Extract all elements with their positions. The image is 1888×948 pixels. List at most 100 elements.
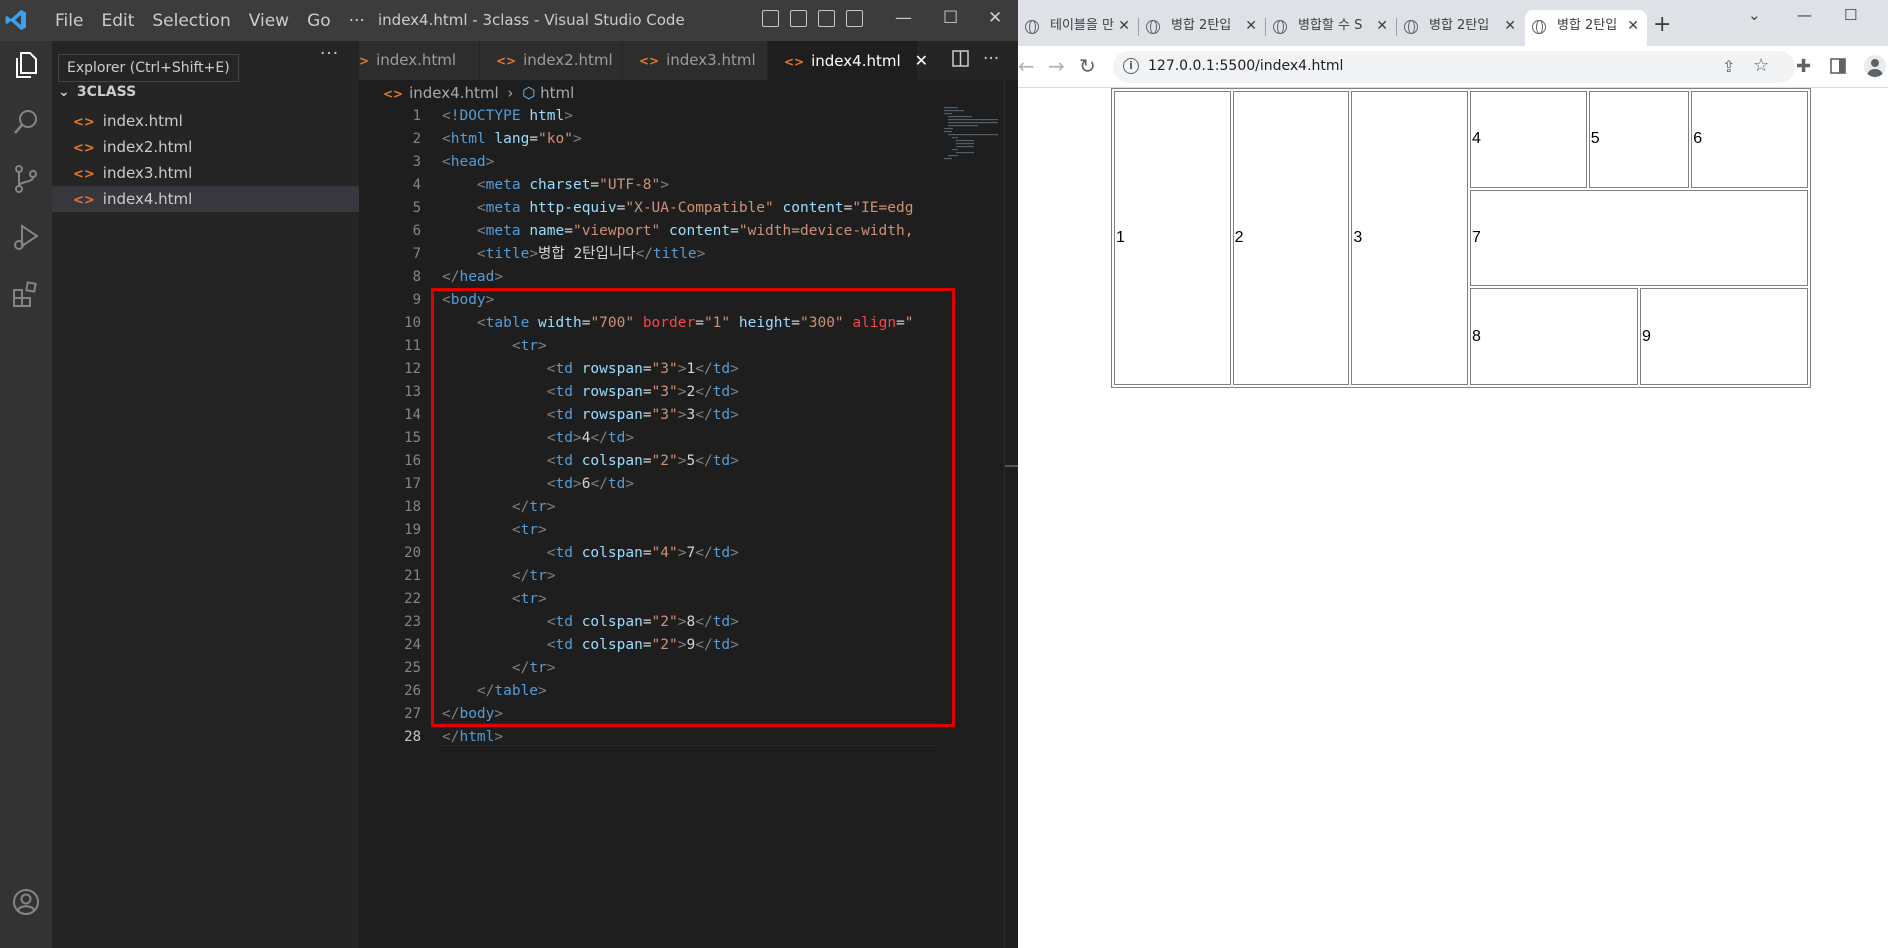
close-icon[interactable]: ✕ — [1504, 10, 1516, 42]
line-number: 21 — [404, 568, 421, 584]
extensions-puzzle-icon[interactable]: ✚ — [1796, 56, 1811, 77]
close-icon[interactable]: ✕ — [1376, 10, 1388, 42]
menu-more[interactable]: ··· — [340, 9, 374, 33]
tab-index3[interactable]: <> index3.html — [623, 41, 768, 80]
minimize-button[interactable]: — — [895, 8, 912, 28]
browser-tab-3[interactable]: 병합할 수 S ✕ — [1266, 10, 1397, 46]
file-item-index4[interactable]: <> index4.html — [52, 186, 359, 212]
file-item-index3[interactable]: <> index3.html — [52, 160, 359, 186]
browser-tab-2[interactable]: 병합 2탄입 ✕ — [1139, 10, 1266, 46]
breadcrumb-node[interactable]: html — [540, 84, 574, 102]
run-debug-icon[interactable] — [10, 221, 42, 253]
tab-index2[interactable]: <> index2.html — [480, 41, 623, 80]
profile-avatar-icon[interactable] — [1864, 55, 1886, 77]
vscode-window: File Edit Selection View Go ··· index4.h… — [0, 0, 1018, 948]
close-icon[interactable]: ✕ — [1245, 10, 1257, 42]
tab-index4[interactable]: <> index4.html ✕ — [768, 41, 928, 80]
new-tab-button[interactable]: + — [1653, 12, 1671, 37]
minimap[interactable] — [944, 105, 1004, 165]
toggle-secondary-sidebar-icon[interactable] — [818, 10, 835, 27]
table-cell: 1 — [1114, 91, 1231, 385]
close-icon[interactable]: ✕ — [1118, 10, 1130, 42]
forward-arrow-icon[interactable]: → — [1048, 54, 1065, 78]
toggle-sidebar-icon[interactable] — [762, 10, 779, 27]
browser-tab-4[interactable]: 병합 2탄입 ✕ — [1397, 10, 1524, 46]
line-number: 6 — [412, 223, 421, 239]
code-line[interactable]: <meta charset="UTF-8"> — [442, 174, 942, 197]
browser-tab-1[interactable]: 테이블을 만 ✕ — [1018, 10, 1139, 46]
breadcrumb-file[interactable]: index4.html — [409, 84, 499, 102]
menu-edit[interactable]: Edit — [92, 9, 143, 33]
maximize-button[interactable]: ☐ — [943, 8, 958, 28]
line-number: 9 — [412, 292, 421, 308]
vscode-logo-icon — [5, 10, 26, 30]
side-panel-icon[interactable] — [1830, 58, 1846, 74]
code-line[interactable]: <html lang="ko"> — [442, 128, 942, 151]
browser-minimize-button[interactable]: — — [1797, 6, 1812, 24]
menu-go[interactable]: Go — [298, 9, 340, 33]
html-file-icon: <> — [496, 54, 517, 68]
close-icon[interactable]: ✕ — [1627, 10, 1639, 42]
folder-name: 3CLASS — [76, 84, 137, 100]
customize-layout-icon[interactable] — [846, 10, 863, 27]
file-name: index.html — [102, 112, 183, 130]
table-cell: 2 — [1232, 91, 1350, 385]
close-button[interactable]: ✕ — [988, 8, 1002, 28]
toggle-panel-icon[interactable] — [790, 10, 807, 27]
explorer-icon[interactable] — [10, 49, 42, 81]
line-number: 22 — [404, 591, 421, 607]
search-icon[interactable] — [10, 106, 42, 138]
tab-search-button[interactable]: ⌄ — [1748, 6, 1761, 24]
share-icon[interactable]: ⇪ — [1722, 57, 1735, 76]
site-info-icon[interactable]: i — [1123, 58, 1139, 74]
cube-icon: ⬡ — [522, 84, 536, 102]
line-number: 26 — [404, 683, 421, 699]
code-line[interactable]: </html> — [442, 726, 942, 749]
tab-index[interactable]: > index.html — [359, 41, 480, 80]
editor-scrollbar[interactable] — [1004, 80, 1018, 948]
html-file-icon: <> — [784, 55, 805, 69]
bookmark-star-icon[interactable]: ☆ — [1753, 55, 1769, 76]
accounts-icon[interactable] — [10, 886, 42, 918]
explorer-more-actions-button[interactable]: ··· — [320, 44, 339, 64]
line-number: 8 — [412, 269, 421, 285]
menu-file[interactable]: File — [46, 9, 92, 33]
annotation-highlight-box — [431, 288, 955, 727]
code-line[interactable]: <meta name="viewport" content="width=dev… — [442, 220, 942, 243]
rendered-table: 1 2 3 4 5 6 7 8 9 — [1111, 88, 1811, 388]
code-line[interactable]: <meta http-equiv="X-UA-Compatible" conte… — [442, 197, 942, 220]
split-editor-icon[interactable] — [952, 50, 969, 67]
globe-icon — [1404, 20, 1418, 34]
line-number: 11 — [404, 338, 421, 354]
editor-more-actions-button[interactable]: ··· — [983, 49, 999, 69]
code-line[interactable]: <head> — [442, 151, 942, 174]
table-cell: 7 — [1470, 189, 1808, 287]
close-icon[interactable]: ✕ — [915, 51, 928, 70]
reload-icon[interactable]: ↻ — [1079, 54, 1096, 78]
scrollbar-thumb[interactable] — [1005, 465, 1018, 467]
code-line[interactable]: <title>병합 2탄입니다</title> — [442, 243, 942, 266]
html-file-icon: <> — [73, 115, 95, 130]
breadcrumb-separator: › — [507, 84, 514, 102]
menu-view[interactable]: View — [240, 9, 298, 33]
line-number: 18 — [404, 499, 421, 515]
code-line[interactable]: </head> — [442, 266, 942, 289]
source-control-icon[interactable] — [10, 163, 42, 195]
file-item-index2[interactable]: <> index2.html — [52, 134, 359, 160]
workspace-folder[interactable]: ⌄ 3CLASS — [58, 84, 136, 100]
line-number: 23 — [404, 614, 421, 630]
url-text[interactable]: 127.0.0.1:5500/index4.html — [1148, 58, 1343, 74]
extensions-icon[interactable] — [10, 279, 42, 311]
html-file-icon: > — [359, 54, 370, 68]
line-number-gutter: 1 2 3 4 5 6 7 8 9 10 11 12 13 14 15 16 17 18 19 20 21 22 23 24 2… — [359, 105, 421, 749]
address-bar[interactable]: i 127.0.0.1:5500/index4.html ⇪ ☆ — [1113, 51, 1795, 83]
line-number: 27 — [404, 706, 421, 722]
back-arrow-icon[interactable]: ← — [1018, 54, 1035, 78]
window-title: index4.html - 3class - Visual Studio Cod… — [378, 11, 685, 29]
file-item-index[interactable]: <> index.html — [52, 108, 359, 134]
file-name: index3.html — [102, 164, 193, 182]
browser-tab-5-active[interactable]: 병합 2탄입 ✕ — [1525, 10, 1647, 46]
browser-maximize-button[interactable]: ☐ — [1844, 6, 1857, 24]
menu-selection[interactable]: Selection — [143, 9, 239, 33]
code-line[interactable]: <!DOCTYPE html> — [442, 105, 942, 128]
